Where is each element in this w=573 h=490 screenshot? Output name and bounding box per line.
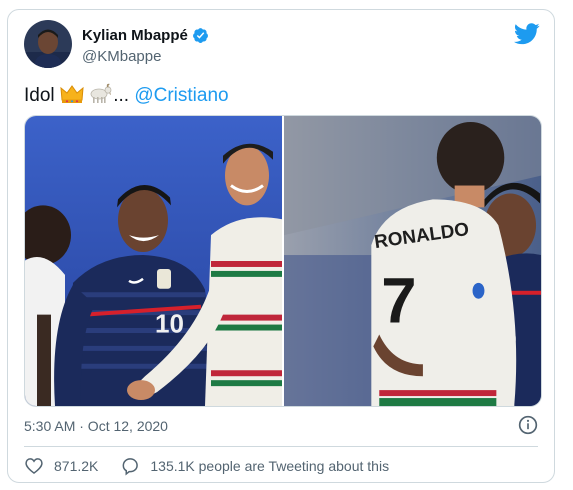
- tweet-text: Idol ... @Cristiano: [24, 82, 229, 107]
- author-name-row[interactable]: Kylian Mbappé: [82, 27, 209, 44]
- goat-emoji-icon: [90, 83, 112, 103]
- speech-bubble-icon: [122, 458, 139, 476]
- twitter-bird-icon[interactable]: [514, 23, 540, 45]
- tweet-actions: 871.2K 135.1K people are Tweeting about …: [24, 456, 389, 476]
- conversation-button[interactable]: 135.1K people are Tweeting about this: [120, 456, 389, 476]
- tweet-ellipsis: ...: [113, 85, 130, 106]
- author-name[interactable]: Kylian Mbappé: [82, 27, 188, 44]
- author-handle[interactable]: @KMbappe: [82, 48, 161, 65]
- heart-icon: [25, 458, 43, 475]
- info-icon[interactable]: [518, 415, 538, 435]
- divider: [24, 446, 538, 447]
- tweet-card: Kylian Mbappé @KMbappe Idol ... @Cristia…: [7, 9, 555, 483]
- svg-text:10: 10: [155, 311, 184, 339]
- avatar[interactable]: [24, 20, 72, 68]
- photo-left[interactable]: 10: [25, 116, 282, 406]
- like-button[interactable]: 871.2K: [24, 456, 98, 476]
- mention-link[interactable]: @Cristiano: [134, 85, 228, 106]
- tweet-timestamp[interactable]: 5:30 AM · Oct 12, 2020: [24, 418, 168, 434]
- crown-emoji-icon: [60, 85, 84, 103]
- photo-right[interactable]: 10 RONALDO 7: [284, 116, 541, 406]
- tweeting-about-text: 135.1K people are Tweeting about this: [150, 458, 390, 474]
- tweet-text-prefix: Idol: [24, 85, 55, 106]
- tweet-media[interactable]: 10 RONALDO 7: [24, 115, 542, 407]
- ronaldo-jersey-number: 7: [381, 266, 416, 337]
- verified-badge-icon: [192, 28, 208, 43]
- like-count: 871.2K: [54, 458, 99, 474]
